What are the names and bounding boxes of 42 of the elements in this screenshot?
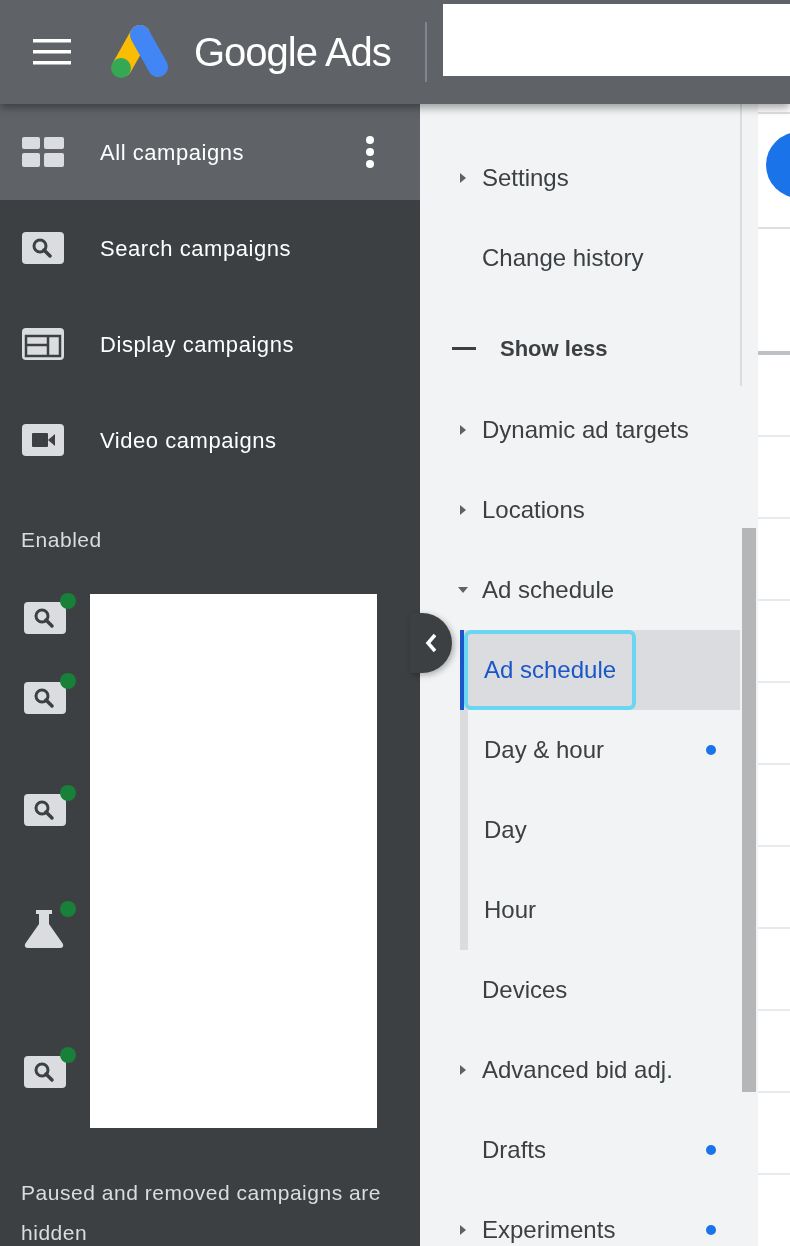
more-vertical-icon — [365, 136, 375, 168]
sidebar-item[interactable]: Search campaigns — [0, 200, 420, 296]
search-icon — [24, 793, 66, 826]
caret-right-icon — [458, 173, 468, 183]
menu-item[interactable]: Settings — [420, 138, 740, 218]
menu-item[interactable]: Change history — [420, 218, 740, 298]
video-camera-icon — [22, 424, 64, 456]
menu-item[interactable]: Experiments — [420, 1190, 740, 1246]
search-field[interactable] — [442, 4, 790, 76]
caret-right-icon — [458, 1065, 468, 1075]
layout-icon — [22, 328, 64, 360]
menu-item[interactable]: Ad schedule — [420, 550, 740, 630]
menu-item[interactable]: Devices — [420, 950, 740, 1030]
submenu-item[interactable]: Day & hour — [460, 710, 740, 790]
chevron-left-icon — [424, 632, 438, 654]
sidebar-item[interactable]: Display campaigns — [0, 296, 420, 392]
submenu-item[interactable]: Hour — [460, 870, 740, 950]
flask-icon — [24, 909, 64, 948]
submenu-item[interactable]: Day — [460, 790, 740, 870]
caret-down-icon — [458, 585, 468, 595]
product-name: Google Ads — [194, 29, 391, 76]
menu-item[interactable]: Dynamic ad targets — [420, 390, 740, 470]
menu-item[interactable]: Drafts — [420, 1110, 740, 1190]
logo-icon — [110, 25, 170, 79]
sidebar-item[interactable]: All campaigns — [0, 104, 420, 200]
search-icon — [24, 601, 66, 634]
menu-icon — [33, 39, 71, 65]
submenu-item[interactable]: Ad schedule — [460, 630, 740, 710]
caret-right-icon — [458, 425, 468, 435]
section-label: Enabled — [21, 527, 103, 553]
grid-icon — [22, 137, 64, 167]
menu-item[interactable]: Advanced bid adj. — [420, 1030, 740, 1110]
search-icon — [22, 232, 64, 264]
footer-note: Paused and removed campaigns are hidden — [21, 1179, 382, 1246]
search-icon — [24, 1055, 66, 1088]
caret-right-icon — [458, 505, 468, 515]
menu-item[interactable]: Locations — [420, 470, 740, 550]
show-less-button[interactable]: Show less — [420, 306, 740, 390]
search-icon — [24, 681, 66, 714]
sidebar-item[interactable]: Video campaigns — [0, 392, 420, 488]
caret-right-icon — [458, 1225, 468, 1235]
scrollbar-thumb[interactable] — [742, 528, 756, 1092]
